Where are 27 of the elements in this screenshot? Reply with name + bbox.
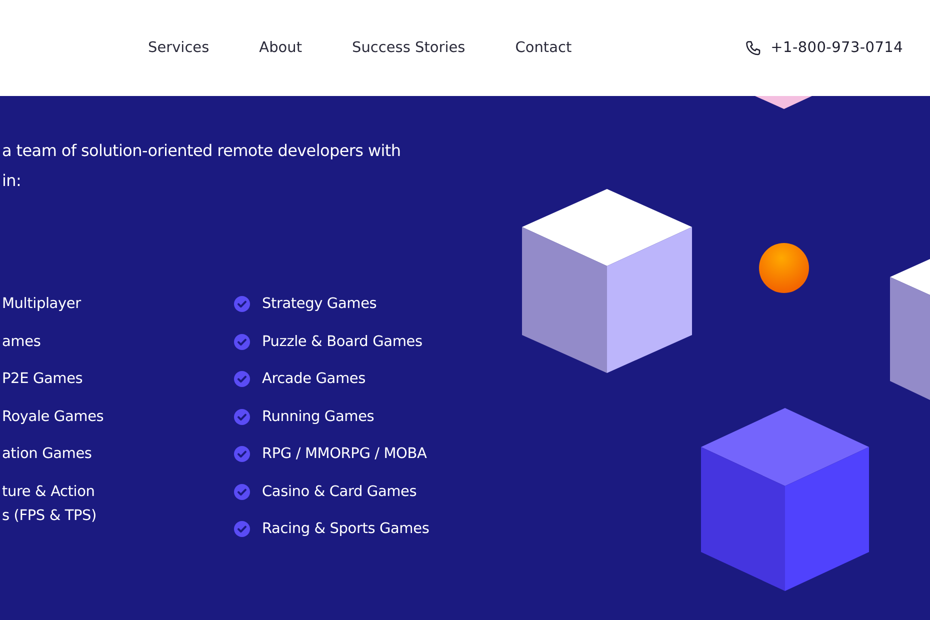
nav-link[interactable]: Services <box>148 40 210 56</box>
game-type-text: Strategy Games <box>262 295 377 314</box>
check-icon <box>234 371 250 387</box>
phone-icon <box>744 40 762 56</box>
game-type-text: RPG / MMORPG / MOBA <box>262 445 427 464</box>
nav-link[interactable]: About <box>259 40 302 56</box>
check-icon <box>234 334 250 350</box>
game-type-text: ation Games <box>2 445 92 464</box>
game-type-text: Casino & Card Games <box>262 482 417 502</box>
check-icon <box>234 484 250 500</box>
check-icon <box>234 296 250 312</box>
game-type-text: ture & Action s (FPS & TPS) <box>2 482 96 526</box>
game-type-text: P2E Games <box>2 370 83 389</box>
game-type-text: ames <box>2 332 41 352</box>
intro-text: a team of solution-oriented remote developers with in: <box>2 140 402 192</box>
nav-link[interactable]: Success Stories <box>352 40 466 56</box>
check-icon <box>234 408 250 424</box>
game-type-text: Multiplayer <box>2 295 81 314</box>
game-type-text: Puzzle & Board Games <box>262 332 422 352</box>
phone-link[interactable]: +1-800-973-0714 <box>770 40 903 56</box>
game-type-text: Arcade Games <box>262 370 366 389</box>
check-icon <box>234 521 250 537</box>
game-type-text: Running Games <box>262 408 374 426</box>
game-type-text: Racing & Sports Games <box>262 520 430 539</box>
check-icon <box>234 446 250 462</box>
nav-link[interactable]: Contact <box>515 40 572 56</box>
game-type-text: Royale Games <box>2 408 104 426</box>
